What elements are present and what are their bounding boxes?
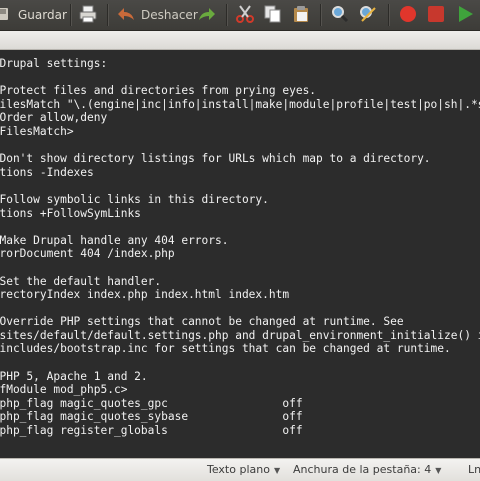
code-line: Options +FollowSymLinks [0,206,141,220]
language-selector[interactable]: Texto plano ▼ [207,463,280,476]
language-label: Texto plano [207,463,270,476]
code-line: DirectoryIndex index.php index.html inde… [0,288,290,302]
stop-icon [428,5,444,25]
code-line: php_flag register_globals off [0,424,303,438]
code-line: php_flag magic_quotes_sybase off [0,410,303,424]
scissors-icon [236,4,254,26]
redo-button[interactable] [198,0,216,30]
print-icon [79,5,97,26]
chevron-down-icon: ▼ [273,466,281,475]
paste-button[interactable] [292,0,310,30]
code-line: # PHP 5, Apache 1 and 2. [0,369,148,383]
play-button[interactable] [458,0,474,30]
chevron-down-icon: ▼ [435,466,442,475]
code-line: <IfModule mod_php5.c> [0,383,128,397]
save-label: Guardar [18,8,67,22]
status-bar: Texto plano ▼ Anchura de la pestaña: 4 ▼ L… [0,458,480,481]
redo-arrow-icon [198,6,216,25]
search-replace-icon [359,5,377,26]
cursor-position-label: Ln [468,463,480,476]
code-line: # Follow symbolic links in this director… [0,192,269,206]
search-icon [331,5,349,26]
undo-label: Deshacer [141,8,198,22]
code-line: # sites/default/default.settings.php and… [0,328,480,342]
search-button[interactable] [331,0,349,30]
replace-button[interactable] [359,0,377,30]
code-line: # Protect files and directories from pry… [0,84,317,98]
copy-button[interactable] [264,0,282,30]
code-line: </FilesMatch> [0,124,74,138]
toolbar-separator [320,4,322,26]
undo-arrow-icon [117,6,135,25]
text-editor[interactable]: # Drupal settings: # Protect files and di… [0,50,480,458]
record-icon [399,5,417,26]
code-line: Order allow,deny [0,111,108,125]
save-button[interactable]: Guardar [0,0,67,30]
toolbar-separator [226,4,228,26]
code-line: # Make Drupal handle any 404 errors. [0,233,229,247]
code-line: <FilesMatch "\.(engine|inc|info|install|… [0,97,480,111]
code-line: ErrorDocument 404 /index.php [0,247,175,261]
tab-width-selector[interactable]: Anchura de la pestaña: 4 ▼ [293,463,441,476]
code-line: Options -Indexes [0,165,94,179]
toolbar-separator [388,4,390,26]
document-tab-strip [0,31,480,50]
record-button[interactable] [399,0,417,30]
undo-button[interactable]: Deshacer [117,0,198,30]
code-line: # Don't show directory listings for URLs… [0,152,431,166]
print-button[interactable] [79,0,97,30]
stop-button[interactable] [428,0,444,30]
cut-button[interactable] [236,0,254,30]
toolbar-separator [70,4,72,26]
code-line: # includes/bootstrap.inc for settings th… [0,342,451,356]
editor-code: # Drupal settings: # Protect files and di… [0,57,480,438]
toolbar-separator [107,4,109,26]
cursor-position: Ln [468,463,480,476]
tab-width-label: Anchura de la pestaña: 4 [293,463,432,476]
code-line: # Override PHP settings that cannot be c… [0,315,404,329]
code-line: php_flag magic_quotes_gpc off [0,396,303,410]
clipboard-icon [292,5,310,26]
main-toolbar: Guardar Deshacer [0,0,480,31]
save-icon [0,6,8,25]
copy-icon [264,5,282,26]
code-line: # Set the default handler. [0,274,162,288]
play-icon [458,5,474,26]
code-line: # Drupal settings: [0,57,108,70]
